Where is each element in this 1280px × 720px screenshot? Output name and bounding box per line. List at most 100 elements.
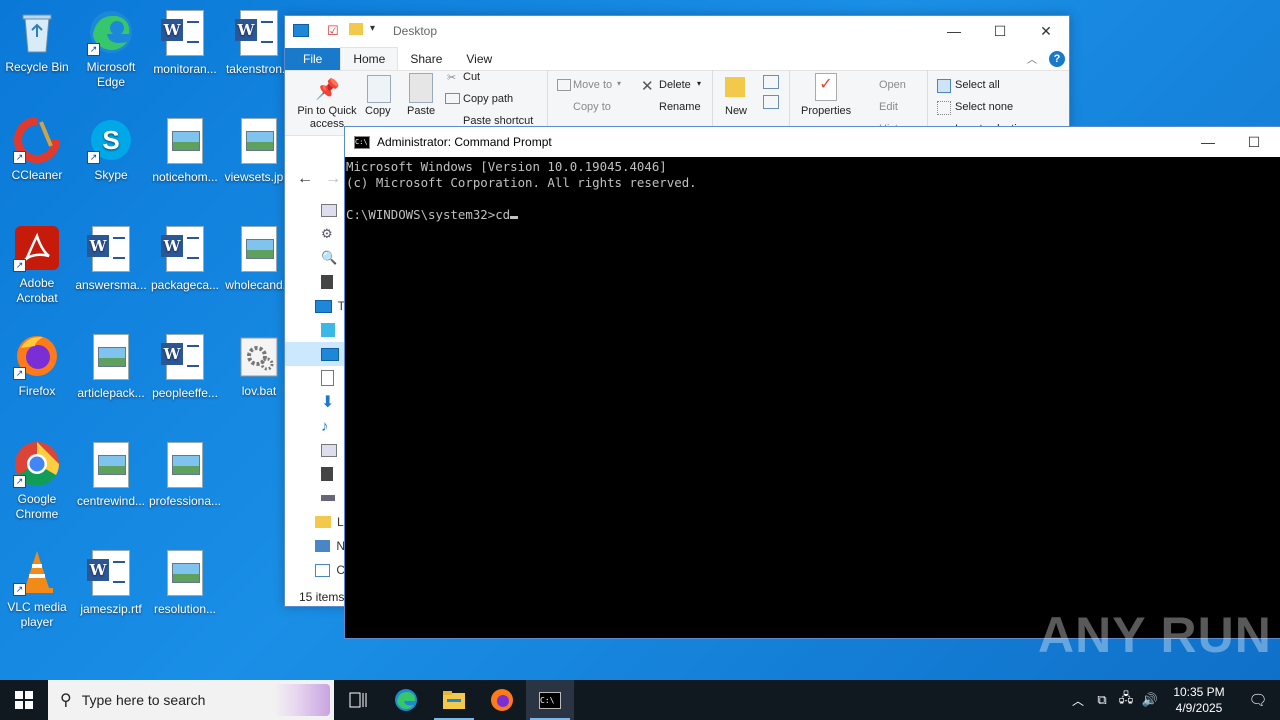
desktop-icon-peopleeffe[interactable]: W peopleeffe... xyxy=(148,332,222,401)
nav-item[interactable] xyxy=(285,366,345,390)
nav-item[interactable]: ♪ xyxy=(285,414,345,438)
copy-path-button[interactable]: Copy path xyxy=(463,93,513,105)
new-folder-button[interactable]: New xyxy=(725,105,747,117)
nav-item[interactable]: T xyxy=(285,294,345,318)
new-folder-quick-icon[interactable] xyxy=(349,23,363,35)
open-button[interactable]: Open xyxy=(879,79,906,91)
tab-view[interactable]: View xyxy=(454,48,504,70)
folder-icon xyxy=(443,691,465,709)
maximize-button[interactable]: ☐ xyxy=(977,16,1023,46)
volume-icon[interactable]: 🔊 xyxy=(1138,692,1162,708)
properties-quick-icon[interactable]: ☑ xyxy=(327,23,339,39)
desktop-icon-noticehom[interactable]: noticehom... xyxy=(148,116,222,185)
anyrun-watermark: ANY RUN xyxy=(1038,607,1272,663)
image-file-icon xyxy=(241,118,277,164)
nav-item[interactable]: C xyxy=(285,558,345,582)
desktop-icon-ccleaner[interactable]: ↗ CCleaner xyxy=(0,116,74,183)
delete-button[interactable]: Delete xyxy=(659,79,691,91)
windows-logo-icon xyxy=(15,691,33,709)
copy-icon xyxy=(367,75,391,103)
desktop-icon-professiona[interactable]: professiona... xyxy=(148,440,222,509)
close-button[interactable]: ✕ xyxy=(1023,16,1069,46)
device-icon[interactable]: ⧉ xyxy=(1090,692,1114,708)
tab-home[interactable]: Home xyxy=(340,47,399,70)
desktop-icon-monitoran[interactable]: W monitoran... xyxy=(148,8,222,77)
select-none-button[interactable]: Select none xyxy=(955,101,1013,113)
clock[interactable]: 10:35 PM 4/9/2025 xyxy=(1162,684,1236,716)
nav-item[interactable]: ⚙ xyxy=(285,222,345,246)
cut-button[interactable]: Cut xyxy=(463,71,480,83)
tab-share[interactable]: Share xyxy=(398,48,454,70)
skype-icon: S ↗ xyxy=(87,116,135,164)
shortcut-arrow-icon: ↗ xyxy=(87,151,100,164)
this-pc-icon xyxy=(315,299,332,313)
select-all-button[interactable]: Select all xyxy=(955,79,1000,91)
taskbar-command-prompt[interactable]: C:\ xyxy=(526,680,574,720)
cmd-icon: C:\ xyxy=(539,691,561,709)
image-file-icon xyxy=(167,550,203,596)
desktop-icon-centrewind[interactable]: centrewind... xyxy=(74,440,148,509)
explorer-title-bar[interactable]: ☑ ▾ Desktop — ☐ ✕ xyxy=(285,16,1069,46)
copy-button[interactable]: Copy xyxy=(365,105,391,117)
desktop-icon-skype[interactable]: S ↗ Skype xyxy=(74,116,148,183)
paste-clipboard-icon xyxy=(409,73,433,103)
rename-button[interactable]: Rename xyxy=(659,101,701,113)
properties-button[interactable]: Properties xyxy=(801,105,851,117)
copy-to-button[interactable]: Copy to xyxy=(573,101,611,113)
desktop-icon-answersma[interactable]: W answersma... xyxy=(74,224,148,293)
desktop-icon-packageca[interactable]: W packageca... xyxy=(148,224,222,293)
taskbar-edge[interactable] xyxy=(382,680,430,720)
show-hidden-icons-chevron-icon[interactable]: ︿ xyxy=(1066,692,1090,709)
desktop-icon-microsoft-edge[interactable]: ↗ Microsoft Edge xyxy=(74,8,148,90)
desktop-icon-vlc[interactable]: ↗ VLC media player xyxy=(0,548,74,630)
desktop-icon-resolution[interactable]: resolution... xyxy=(148,548,222,617)
customize-toolbar-chevron-icon[interactable]: ▾ xyxy=(370,23,375,34)
taskbar-search-box[interactable]: ⚲ Type here to search xyxy=(48,680,334,720)
task-view-button[interactable] xyxy=(334,680,382,720)
nav-item-desktop[interactable] xyxy=(285,342,345,366)
nav-item[interactable] xyxy=(285,318,345,342)
taskbar-firefox[interactable] xyxy=(478,680,526,720)
taskbar-file-explorer[interactable] xyxy=(430,680,478,720)
start-button[interactable] xyxy=(0,680,48,720)
cmd-console[interactable]: Microsoft Windows [Version 10.0.19045.40… xyxy=(345,157,1280,225)
desktop-icon-adobe-acrobat[interactable]: ↗ Adobe Acrobat xyxy=(0,224,74,306)
image-file-icon xyxy=(167,442,203,488)
edit-button[interactable]: Edit xyxy=(879,101,898,113)
collapse-ribbon-icon[interactable]: ︿ xyxy=(1027,51,1037,66)
new-item-icon[interactable] xyxy=(763,75,779,89)
cmd-maximize-button[interactable]: ☐ xyxy=(1231,127,1277,157)
paste-button[interactable]: Paste xyxy=(407,105,435,117)
cmd-title-bar[interactable]: C:\ Administrator: Command Prompt — ☐ xyxy=(345,127,1280,157)
notifications-icon[interactable]: 🗨 xyxy=(1236,691,1280,709)
nav-item[interactable]: ⬇ xyxy=(285,390,345,414)
move-to-icon xyxy=(557,79,571,91)
desktop-icon-google-chrome[interactable]: ↗ Google Chrome xyxy=(0,440,74,522)
nav-item[interactable]: L xyxy=(285,510,345,534)
network-icon[interactable]: 🖧 xyxy=(1114,689,1138,711)
command-prompt-window[interactable]: C:\ Administrator: Command Prompt — ☐ Mi… xyxy=(344,126,1280,639)
help-icon[interactable]: ? xyxy=(1049,51,1065,67)
nav-item[interactable] xyxy=(285,198,345,222)
desktop-icon-jameszip[interactable]: W jameszip.rtf xyxy=(74,548,148,617)
nav-item[interactable]: 🔍 xyxy=(285,246,345,270)
cmd-window-title: Administrator: Command Prompt xyxy=(377,135,552,149)
cmd-minimize-button[interactable]: — xyxy=(1185,127,1231,157)
nav-item[interactable] xyxy=(285,462,345,486)
nav-item[interactable] xyxy=(285,438,345,462)
videos-icon xyxy=(321,467,333,481)
tab-file[interactable]: File xyxy=(285,48,341,70)
desktop-icon-recycle-bin[interactable]: Recycle Bin xyxy=(0,8,74,75)
easy-access-icon[interactable] xyxy=(763,95,779,109)
desktop-icon-articlepack[interactable]: articlepack... xyxy=(74,332,148,401)
nav-item[interactable] xyxy=(285,270,345,294)
nav-item[interactable]: N xyxy=(285,534,345,558)
nav-item[interactable] xyxy=(285,486,345,510)
back-arrow-icon[interactable]: ← xyxy=(297,170,313,188)
minimize-button[interactable]: — xyxy=(931,16,977,46)
batch-file-gear-icon xyxy=(235,332,283,380)
search-placeholder: Type here to search xyxy=(81,692,206,708)
desktop-icon-firefox[interactable]: ↗ Firefox xyxy=(0,332,74,399)
forward-arrow-icon[interactable]: → xyxy=(325,170,341,188)
move-to-button[interactable]: Move to xyxy=(573,79,612,91)
